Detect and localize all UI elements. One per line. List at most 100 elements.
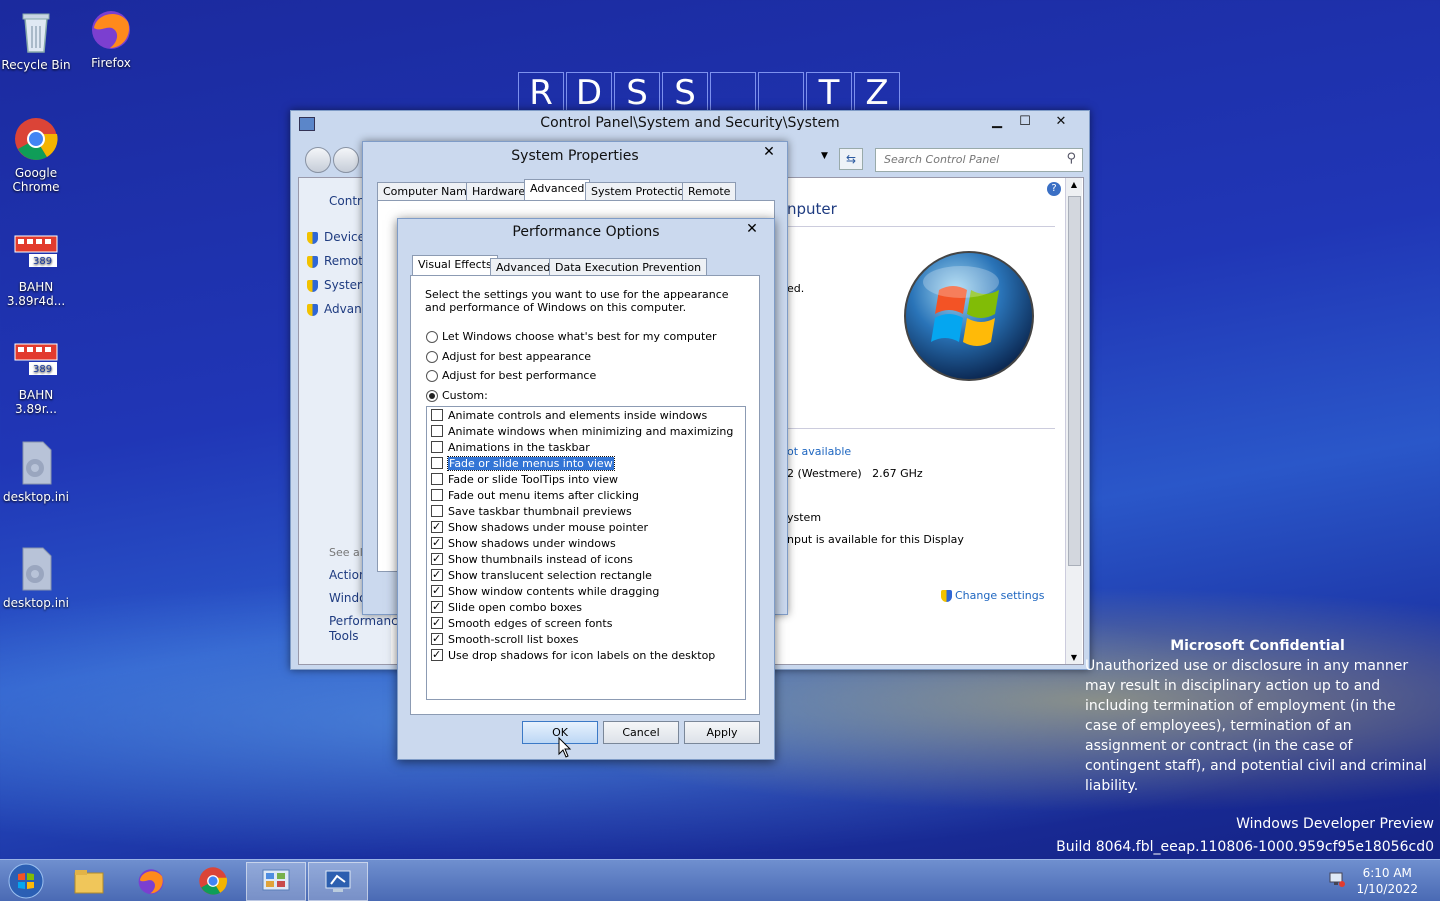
effect-item[interactable]: Animate controls and elements inside win… [431, 408, 707, 424]
forward-button[interactable] [333, 147, 359, 173]
effect-item[interactable]: Save taskbar thumbnail previews [431, 504, 632, 520]
desktop-icon-firefox[interactable]: Firefox [75, 6, 147, 70]
radio-button[interactable] [426, 370, 438, 382]
effect-item[interactable]: Fade or slide ToolTips into view [431, 472, 618, 488]
refresh-button[interactable]: ⇆ [839, 148, 863, 170]
system-protection-link[interactable]: System [307, 278, 369, 292]
activation-link[interactable]: ot available [787, 445, 851, 458]
radio-custom[interactable]: Custom: [426, 389, 488, 402]
effect-label: Animate controls and elements inside win… [448, 409, 708, 422]
desktop-icon-desktop-ini-1[interactable]: desktop.ini [0, 440, 72, 504]
checkbox[interactable] [431, 551, 443, 567]
close-button[interactable]: ✕ [759, 144, 779, 162]
minimize-button[interactable]: ▁ [983, 111, 1011, 133]
taskbar-system-properties[interactable] [308, 862, 368, 901]
windows-update-link[interactable]: Windo [329, 591, 367, 605]
checkbox[interactable] [431, 599, 443, 615]
effect-item[interactable]: Slide open combo boxes [431, 599, 582, 616]
checkbox[interactable] [431, 489, 443, 501]
checkbox[interactable] [431, 647, 443, 663]
banner-cell: Z [854, 72, 900, 114]
checkbox[interactable] [431, 631, 443, 647]
radio-button[interactable] [426, 390, 438, 402]
maximize-button[interactable]: ☐ [1011, 111, 1039, 133]
effect-item[interactable]: Animations in the taskbar [431, 440, 590, 456]
checkbox[interactable] [431, 519, 443, 535]
banner-cell: S [614, 72, 660, 114]
taskbar-control-panel[interactable] [246, 862, 306, 901]
effect-item[interactable]: Show shadows under mouse pointer [431, 519, 648, 536]
effect-item[interactable]: Show translucent selection rectangle [431, 567, 652, 584]
scroll-down-icon[interactable]: ▼ [1066, 653, 1082, 662]
desktop-icon-bahn-2[interactable]: 389 BAHN 3.89r... [0, 338, 72, 416]
tab-advanced[interactable]: Advanced [524, 179, 591, 201]
tab-visual-effects[interactable]: Visual Effects [412, 255, 498, 277]
taskbar-chrome[interactable] [184, 862, 242, 899]
remote-settings-link[interactable]: Remot [307, 254, 363, 268]
checkbox[interactable] [431, 615, 443, 631]
effect-item[interactable]: Show window contents while dragging [431, 583, 659, 600]
tab-remote[interactable]: Remote [682, 182, 737, 201]
action-center-link[interactable]: Action [329, 568, 367, 582]
scroll-up-icon[interactable]: ▲ [1066, 180, 1082, 189]
checkbox[interactable] [431, 583, 443, 599]
search-input[interactable]: Search Control Panel ⚲ [875, 148, 1083, 172]
network-tray-icon[interactable] [1328, 870, 1346, 888]
taskbar-firefox[interactable] [122, 862, 180, 899]
device-manager-link[interactable]: Device [307, 230, 365, 244]
radio-button[interactable] [426, 331, 438, 343]
desktop-icon-chrome[interactable]: Google Chrome [0, 116, 72, 194]
address-dropdown-icon[interactable]: ▼ [821, 151, 828, 161]
apply-button[interactable]: Apply [684, 721, 760, 744]
effect-item[interactable]: Use drop shadows for icon labels on the … [431, 647, 715, 664]
effect-item[interactable]: Fade or slide menus into view [431, 456, 615, 472]
checkbox[interactable] [431, 457, 443, 469]
tab-computer-name[interactable]: Computer Name [377, 182, 480, 201]
cancel-button[interactable]: Cancel [603, 721, 679, 744]
visual-effects-list[interactable]: Animate controls and elements inside win… [426, 406, 746, 700]
effect-item[interactable]: Animate windows when minimizing and maxi… [431, 424, 733, 440]
desktop-icon-bahn-1[interactable]: 389 BAHN 3.89r4d... [0, 230, 72, 308]
taskbar-clock[interactable]: 6:10 AM 1/10/2022 [1356, 865, 1418, 897]
start-button[interactable] [0, 862, 52, 899]
radio-best-performance[interactable]: Adjust for best performance [426, 369, 596, 382]
effect-item[interactable]: Show shadows under windows [431, 535, 616, 552]
checkbox[interactable] [431, 409, 443, 421]
back-button[interactable] [305, 147, 331, 173]
close-button[interactable]: ✕ [1047, 111, 1075, 133]
effect-item[interactable]: Fade out menu items after clicking [431, 488, 639, 504]
shield-icon [307, 303, 318, 316]
desktop-icon-desktop-ini-2[interactable]: desktop.ini [0, 546, 72, 610]
desktop-icon-recycle-bin[interactable]: Recycle Bin [0, 8, 72, 72]
close-button[interactable]: ✕ [742, 221, 762, 239]
tab-hardware[interactable]: Hardware [466, 182, 532, 201]
checkbox[interactable] [431, 441, 443, 453]
scroll-thumb[interactable] [1068, 196, 1081, 566]
advanced-settings-link[interactable]: Advan [307, 302, 362, 316]
taskbar-explorer[interactable] [60, 862, 118, 899]
performance-tools-link[interactable]: Performance Tools [329, 614, 405, 644]
effect-item[interactable]: Show thumbnails instead of icons [431, 551, 633, 568]
checkbox[interactable] [431, 473, 443, 485]
processor-value: 2 (Westmere) 2.67 GHz [787, 467, 923, 480]
change-settings-link[interactable]: Change settings [941, 589, 1044, 602]
radio-best-appearance[interactable]: Adjust for best appearance [426, 350, 591, 363]
help-icon[interactable]: ? [1047, 182, 1061, 196]
windows-start-icon [8, 863, 44, 898]
radio-label: Adjust for best appearance [442, 350, 592, 363]
radio-let-windows-choose[interactable]: Let Windows choose what's best for my co… [426, 330, 717, 343]
tab-system-protection[interactable]: System Protection [585, 182, 698, 201]
device-manager-label: Device [324, 230, 366, 244]
checkbox[interactable] [431, 567, 443, 583]
checkbox[interactable] [431, 535, 443, 551]
description-text: Select the settings you want to use for … [425, 288, 729, 314]
effect-item[interactable]: Smooth-scroll list boxes [431, 631, 579, 648]
change-settings-label: Change settings [955, 589, 1045, 602]
taskbar: 6:10 AM 1/10/2022 [0, 859, 1440, 901]
advanced-settings-label: Advan [324, 302, 362, 316]
checkbox[interactable] [431, 425, 443, 437]
radio-button[interactable] [426, 351, 438, 363]
checkbox[interactable] [431, 505, 443, 517]
effect-item[interactable]: Smooth edges of screen fonts [431, 615, 612, 632]
vertical-scrollbar[interactable]: ▲ ▼ [1065, 178, 1082, 664]
